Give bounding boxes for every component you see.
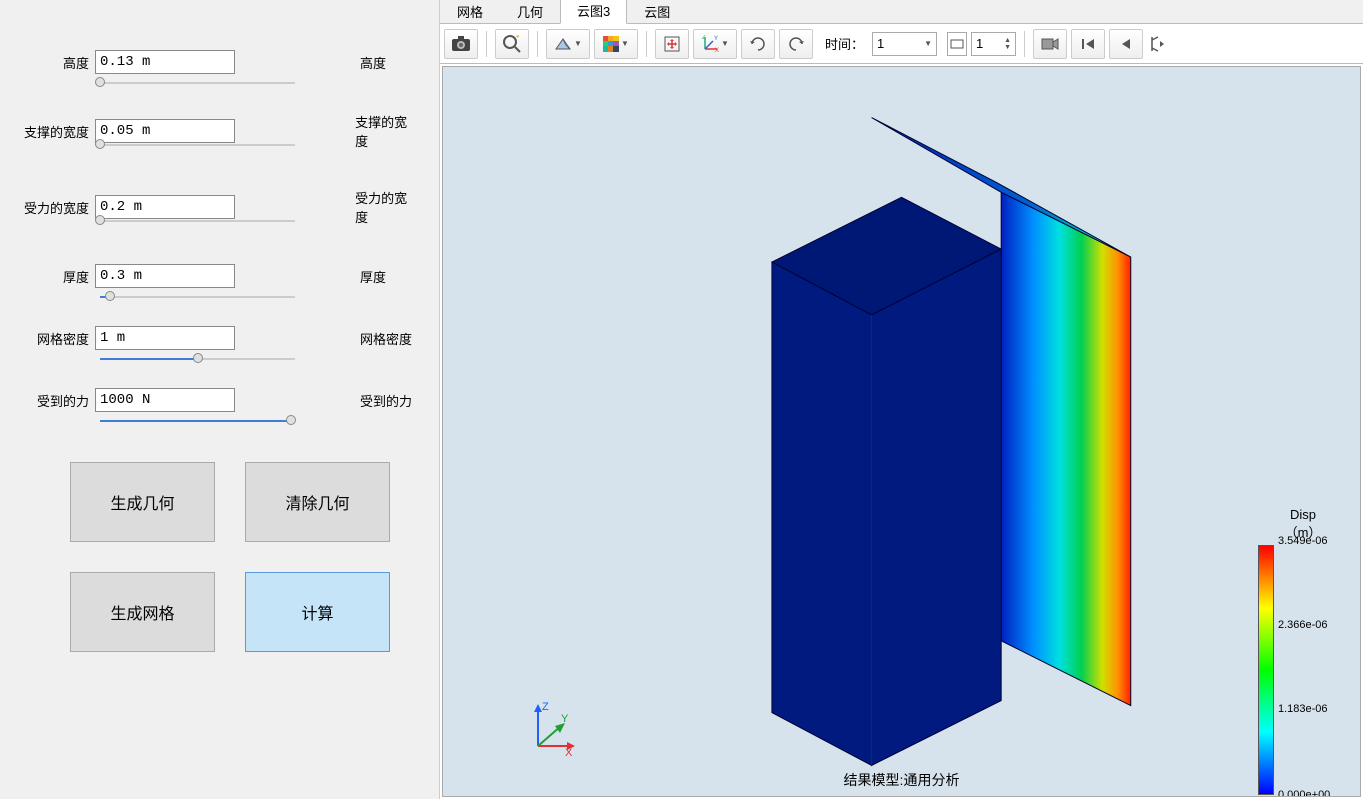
legend-tick: 3.549e-06 xyxy=(1278,535,1328,547)
param-row-5: 受到的力 受到的力 xyxy=(20,388,419,412)
generate-mesh-button[interactable]: 生成网格 xyxy=(70,572,215,652)
param-label-left: 受到的力 xyxy=(20,391,95,410)
view-tabs: 网格几何云图3云图 xyxy=(440,0,1363,24)
param-row-3: 厚度 厚度 xyxy=(20,264,419,288)
param-label-right: 厚度 xyxy=(360,267,386,286)
viewer-toolbar: ▼ ▼ ZYX ▼ 时间： 1▼ xyxy=(440,24,1363,64)
compute-button[interactable]: 计算 xyxy=(245,572,390,652)
svg-text:Z: Z xyxy=(702,35,706,41)
animation-expand-button[interactable] xyxy=(1147,29,1167,59)
param-input-0[interactable] xyxy=(95,50,235,74)
frame-button[interactable] xyxy=(947,32,967,56)
tab-几何[interactable]: 几何 xyxy=(500,0,560,24)
legend-tick: 1.183e-06 xyxy=(1278,703,1328,715)
3d-viewport[interactable]: Z X Y 结果模型:通用分析 Disp （m） 3.549e-062.366e… xyxy=(442,66,1361,797)
clear-geometry-button[interactable]: 清除几何 xyxy=(245,462,390,542)
param-label-left: 网格密度 xyxy=(20,329,95,348)
param-input-4[interactable] xyxy=(95,326,235,350)
param-label-left: 支撑的宽度 xyxy=(20,122,95,141)
param-slider-2[interactable] xyxy=(100,214,295,228)
model-render xyxy=(443,67,1360,796)
param-row-1: 支撑的宽度 支撑的宽度 xyxy=(20,112,419,150)
axes-dropdown[interactable]: ZYX ▼ xyxy=(693,29,737,59)
axis-triad: Z X Y xyxy=(523,696,583,756)
param-label-right: 支撑的宽度 xyxy=(355,112,419,150)
param-slider-0[interactable] xyxy=(100,76,295,90)
svg-text:Y: Y xyxy=(714,36,718,42)
viewer-panel: 网格几何云图3云图 ▼ ▼ ZYX ▼ xyxy=(440,0,1363,799)
generate-geometry-button[interactable]: 生成几何 xyxy=(70,462,215,542)
rotate-cw-button[interactable] xyxy=(779,29,813,59)
rotate-ccw-button[interactable] xyxy=(741,29,775,59)
svg-text:Y: Y xyxy=(561,713,569,725)
param-label-left: 受力的宽度 xyxy=(20,198,95,217)
param-slider-4[interactable] xyxy=(100,352,295,366)
time-step-spinner[interactable]: 1 ▲▼ xyxy=(971,32,1016,56)
param-label-right: 网格密度 xyxy=(360,329,412,348)
zoom-button[interactable] xyxy=(495,29,529,59)
param-label-left: 厚度 xyxy=(20,267,95,286)
param-input-3[interactable] xyxy=(95,264,235,288)
time-label: 时间： xyxy=(825,34,864,53)
param-row-0: 高度 高度 xyxy=(20,50,419,74)
screenshot-button[interactable] xyxy=(444,29,478,59)
svg-text:Z: Z xyxy=(542,701,549,713)
legend-title-1: Disp xyxy=(1258,507,1348,522)
time-select[interactable]: 1▼ xyxy=(872,32,937,56)
tab-云图3[interactable]: 云图3 xyxy=(560,0,627,24)
param-label-right: 受到的力 xyxy=(360,391,412,410)
svg-text:X: X xyxy=(715,48,719,53)
param-label-left: 高度 xyxy=(20,53,95,72)
legend-tick: 0.000e+00 xyxy=(1278,789,1330,797)
result-model-label: 结果模型:通用分析 xyxy=(844,770,960,790)
colormap-dropdown[interactable]: ▼ xyxy=(594,29,638,59)
legend-tick: 2.366e-06 xyxy=(1278,619,1328,631)
param-row-2: 受力的宽度 受力的宽度 xyxy=(20,188,419,226)
param-slider-5[interactable] xyxy=(100,414,295,428)
parameters-panel: 高度 高度 支撑的宽度 支撑的宽度 受力的宽度 受力的宽度 xyxy=(0,0,440,799)
param-input-5[interactable] xyxy=(95,388,235,412)
param-slider-3[interactable] xyxy=(100,290,295,304)
fit-view-button[interactable] xyxy=(655,29,689,59)
tab-云图[interactable]: 云图 xyxy=(627,0,687,24)
animation-record-button[interactable] xyxy=(1033,29,1067,59)
param-label-right: 高度 xyxy=(360,53,386,72)
svg-text:X: X xyxy=(565,747,573,756)
param-slider-1[interactable] xyxy=(100,138,295,152)
view-style-dropdown[interactable]: ▼ xyxy=(546,29,590,59)
animation-prev-button[interactable] xyxy=(1109,29,1143,59)
param-row-4: 网格密度 网格密度 xyxy=(20,326,419,350)
param-label-right: 受力的宽度 xyxy=(355,188,419,226)
animation-first-button[interactable] xyxy=(1071,29,1105,59)
tab-网格[interactable]: 网格 xyxy=(440,0,500,24)
color-legend: Disp （m） 3.549e-062.366e-061.183e-060.00… xyxy=(1258,507,1348,795)
action-buttons: 生成几何 清除几何 生成网格 计算 xyxy=(70,462,390,652)
